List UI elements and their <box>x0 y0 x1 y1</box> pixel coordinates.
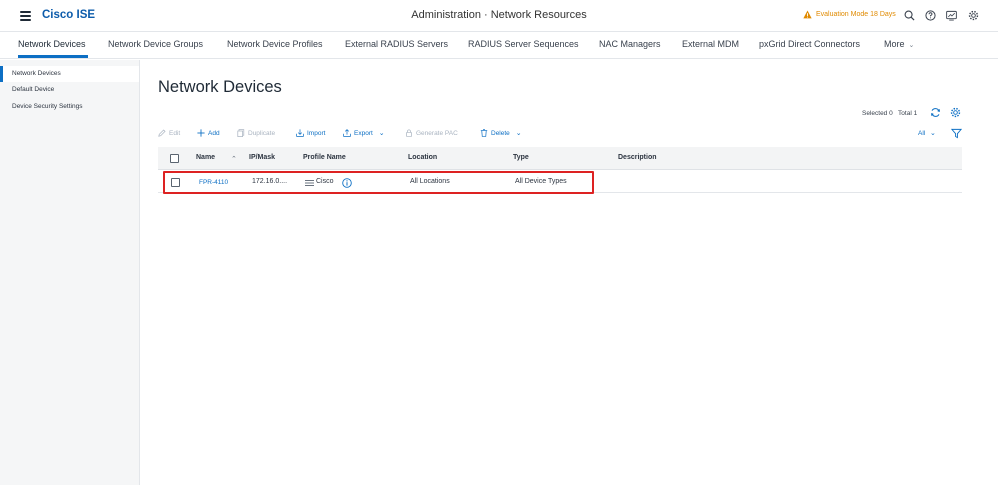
column-header-description[interactable]: Description <box>618 154 657 161</box>
duplicate-label: Duplicate <box>248 129 276 137</box>
trash-icon <box>480 129 488 137</box>
main-title: Network Devices <box>158 78 282 96</box>
edit-button[interactable]: Edit <box>158 129 180 137</box>
chevron-down-icon: ⌄ <box>908 42 915 49</box>
device-name-link[interactable]: FPR-4110 <box>199 179 228 186</box>
hamburger-icon[interactable] <box>20 11 31 21</box>
top-bar: Cisco ISE Administration · Network Resou… <box>0 0 998 32</box>
pencil-icon <box>158 129 166 137</box>
device-ip-mask: 172.16.0.... <box>252 178 288 185</box>
tab-more[interactable]: More ⌄ <box>884 39 914 49</box>
filter-icon[interactable] <box>951 128 962 139</box>
chevron-down-icon: ⌄ <box>378 130 385 137</box>
quick-filter-dropdown[interactable]: All ⌄ <box>918 129 936 137</box>
select-all-checkbox[interactable] <box>170 154 179 163</box>
delete-label: Delete <box>491 129 510 137</box>
table-row[interactable]: FPR-4110 172.16.0.... Cisco All Location… <box>158 171 962 193</box>
chevron-down-icon: ⌄ <box>515 130 522 137</box>
tab-pxgrid-direct-connectors[interactable]: pxGrid Direct Connectors <box>759 39 860 49</box>
device-profile-name: Cisco <box>316 178 334 185</box>
gear-icon[interactable] <box>968 10 979 21</box>
help-icon[interactable] <box>925 10 936 21</box>
device-location: All Locations <box>410 178 450 185</box>
import-icon <box>296 129 304 137</box>
generate-pac-button[interactable]: Generate PAC <box>405 129 458 137</box>
search-icon[interactable] <box>904 10 915 21</box>
tab-radius-server-sequences[interactable]: RADIUS Server Sequences <box>468 39 579 49</box>
tab-more-label: More <box>884 39 905 49</box>
warning-icon <box>803 10 812 19</box>
lock-icon <box>406 129 412 137</box>
device-type: All Device Types <box>515 178 567 185</box>
import-button[interactable]: Import <box>296 129 325 137</box>
plus-icon <box>197 129 205 137</box>
column-header-location[interactable]: Location <box>408 154 437 161</box>
refresh-icon[interactable] <box>930 107 941 118</box>
tab-network-device-groups[interactable]: Network Device Groups <box>108 39 203 49</box>
export-label: Export <box>354 129 373 137</box>
tab-external-mdm[interactable]: External MDM <box>682 39 739 49</box>
tab-nac-managers[interactable]: NAC Managers <box>599 39 661 49</box>
row-checkbox[interactable] <box>171 178 180 187</box>
sidebar: Network Devices Default Device Device Se… <box>0 60 140 485</box>
add-button[interactable]: Add <box>197 129 220 137</box>
sidebar-item-default-device[interactable]: Default Device <box>0 82 139 98</box>
evaluation-mode-text: Evaluation Mode 18 Days <box>816 11 896 18</box>
chevron-down-icon: ⌄ <box>930 130 936 137</box>
generate-pac-label: Generate PAC <box>416 129 458 137</box>
import-label: Import <box>307 129 326 137</box>
dashboard-icon[interactable] <box>946 10 957 21</box>
tab-network-device-profiles[interactable]: Network Device Profiles <box>227 39 323 49</box>
selected-count: Selected 0 <box>862 110 893 117</box>
column-header-ip-mask[interactable]: IP/Mask <box>249 154 275 161</box>
sidebar-item-network-devices[interactable]: Network Devices <box>0 66 139 82</box>
sort-ascending-icon[interactable]: ⌃ <box>231 155 237 163</box>
evaluation-mode-link[interactable]: Evaluation Mode 18 Days <box>803 10 896 19</box>
column-header-name[interactable]: Name <box>196 154 215 161</box>
edit-label: Edit <box>169 129 181 137</box>
tab-bar: Network Devices Network Device Groups Ne… <box>0 32 998 59</box>
duplicate-icon <box>237 129 245 137</box>
delete-button[interactable]: Delete ⌄ <box>480 129 522 137</box>
duplicate-button[interactable]: Duplicate <box>237 129 275 137</box>
export-button[interactable]: Export ⌄ <box>343 129 385 137</box>
settings-icon[interactable] <box>950 107 961 118</box>
total-count: Total 1 <box>898 110 918 117</box>
tab-external-radius-servers[interactable]: External RADIUS Servers <box>345 39 448 49</box>
cisco-profile-icon <box>305 180 314 186</box>
info-icon[interactable] <box>342 178 352 188</box>
tab-network-devices[interactable]: Network Devices <box>18 39 86 49</box>
sidebar-item-device-security-settings[interactable]: Device Security Settings <box>0 99 139 115</box>
add-label: Add <box>208 129 220 137</box>
table-header: Name IP/Mask Profile Name Location Type … <box>158 147 962 170</box>
active-tab-indicator <box>18 55 88 58</box>
brand-logo[interactable]: Cisco ISE <box>42 9 95 21</box>
column-header-type[interactable]: Type <box>513 154 529 161</box>
quick-filter-label: All <box>918 130 926 137</box>
selection-info: Selected 0 Total 1 <box>862 110 917 117</box>
export-icon <box>343 129 351 137</box>
column-header-profile-name[interactable]: Profile Name <box>303 154 346 161</box>
